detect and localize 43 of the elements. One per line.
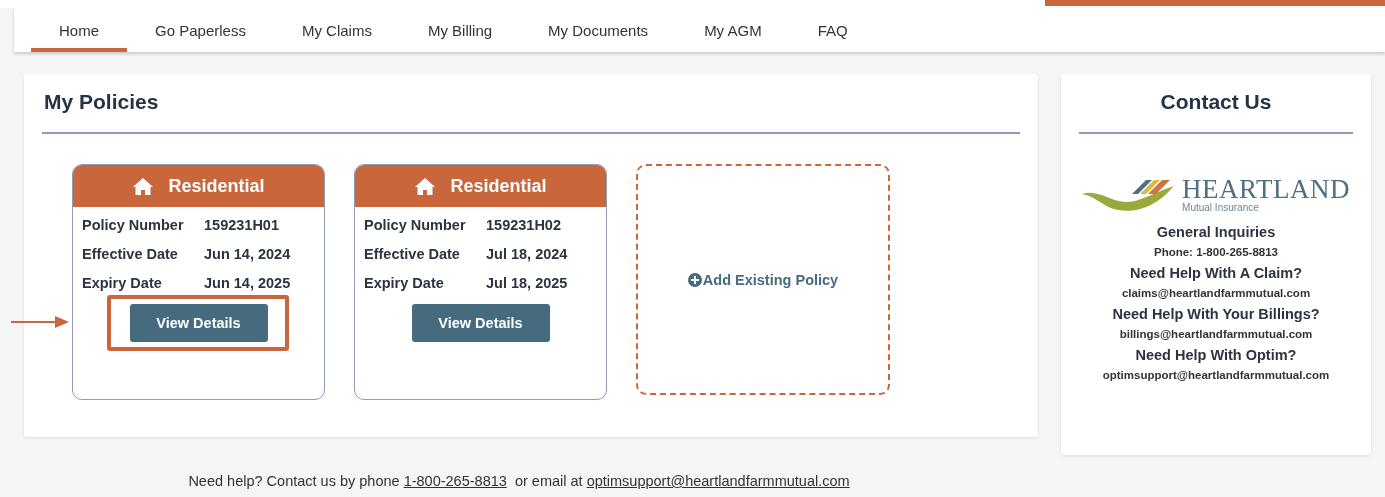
house-icon <box>132 176 155 196</box>
view-details-button[interactable]: View Details <box>129 304 268 342</box>
field-value: Jul 18, 2025 <box>486 275 569 291</box>
field-value: Jun 14, 2024 <box>204 246 292 262</box>
add-policy-button[interactable]: Add Existing Policy <box>636 164 890 395</box>
phone-link[interactable]: 1-800-265-8813 <box>403 473 507 489</box>
nav-tab[interactable]: My Billing <box>399 8 521 52</box>
house-icon <box>414 176 437 196</box>
contact-detail: billings@heartlandfarmmutual.com <box>1119 327 1313 342</box>
nav-tab[interactable]: My AGM <box>676 8 790 52</box>
nav-tab[interactable]: My Documents <box>520 8 677 52</box>
field-value: Jun 14, 2025 <box>204 275 292 291</box>
field-value: Jul 18, 2024 <box>486 246 569 262</box>
nav-tab[interactable]: My Claims <box>273 8 400 52</box>
contact-heading: General Inquiries <box>1156 223 1276 241</box>
field-label: Effective Date <box>82 246 179 262</box>
contact-detail: optimsupport@heartlandfarmmutual.com <box>1102 368 1330 383</box>
contact-heading: Need Help With Your Billings? <box>1112 305 1320 323</box>
field-label: Policy Number <box>364 217 467 233</box>
logo-tagline: Mutual Insurance <box>1182 201 1260 213</box>
nav-tab[interactable]: Go Paperless <box>127 8 274 52</box>
contact-heading: Need Help With Optim? <box>1135 346 1297 364</box>
email-link[interactable]: optimsupport@heartlandfarmmutual.com <box>586 473 850 489</box>
panel-title: Contact Us <box>1159 90 1273 115</box>
nav-tab[interactable]: Home <box>31 8 127 52</box>
field-label: Effective Date <box>364 246 461 262</box>
plus-circle-icon <box>687 272 702 287</box>
logo-name: HEARTLAND <box>1182 175 1350 202</box>
contact-detail: claims@heartlandfarmmutual.com <box>1121 286 1311 301</box>
nav-tab[interactable]: FAQ <box>789 8 876 52</box>
field-label: Expiry Date <box>364 275 445 291</box>
field-label: Expiry Date <box>82 275 163 291</box>
policy-type: Residential <box>450 175 547 197</box>
contact-detail: Phone: 1-800-265-8813 <box>1154 245 1278 260</box>
field-value: 159231H01 <box>204 217 280 233</box>
arrow-icon <box>11 315 69 329</box>
field-label: Policy Number <box>82 217 185 233</box>
policy-type: Residential <box>168 175 265 197</box>
panel-title: My Policies <box>44 90 160 115</box>
help-text: Need help? Contact us by phone 1-800-265-8813 or email at optimsupport@heartlandfarmmutual.com <box>188 473 850 489</box>
field-value: 159231H02 <box>486 217 562 233</box>
view-details-button[interactable]: View Details <box>411 304 550 342</box>
contact-heading: Need Help With A Claim? <box>1130 264 1302 282</box>
